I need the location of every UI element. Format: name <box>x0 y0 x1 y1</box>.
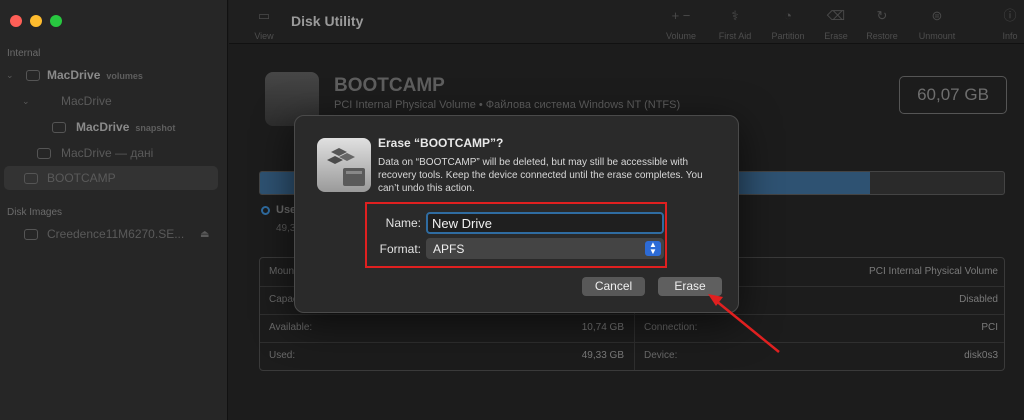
toolbar: ▭ View Disk Utility + − Volume ⚕ First A… <box>229 0 1024 44</box>
unmount-button[interactable]: ⊜ Unmount <box>912 8 962 41</box>
drive-glyph-icon <box>317 138 371 192</box>
sidebar-item-label: MacDrive <box>76 120 129 134</box>
volume-size: 60,07 GB <box>899 76 1007 114</box>
used-legend-dot <box>261 206 270 215</box>
sidebar-toggle-icon: ▭ <box>249 8 279 24</box>
chevron-down-icon[interactable]: ⌄ <box>6 70 14 81</box>
volume-subtitle: PCI Internal Physical Volume • Файлова с… <box>334 99 680 111</box>
zoom-window-button[interactable] <box>50 15 62 27</box>
name-label: Name: <box>371 216 421 230</box>
unmount-icon: ⊜ <box>912 8 962 24</box>
info-label-available: Available: <box>269 322 312 333</box>
restore-label: Restore <box>866 31 898 41</box>
restore-button[interactable]: ↻ Restore <box>860 8 904 41</box>
disk-icon <box>24 173 38 184</box>
erase-dialog: Erase “BOOTCAMP”? Data on “BOOTCAMP” wil… <box>294 115 739 313</box>
info-value-used: 49,33 GB <box>582 350 624 361</box>
sidebar-item-macdrive-snapshot[interactable]: MacDrive snapshot <box>0 115 227 139</box>
disk-image-icon <box>24 229 38 240</box>
info-label: Info <box>1002 31 1017 41</box>
partition-icon: ◔ <box>764 8 812 24</box>
sidebar: Internal ⌄ MacDrive volumes ⌄ MacDrive Ma… <box>0 0 228 420</box>
info-label-device: Device: <box>644 350 677 361</box>
eject-icon[interactable]: ⏏ <box>200 229 209 240</box>
sidebar-item-disk-image[interactable]: Creedence11M6270.SE... ⏏ <box>0 222 227 246</box>
close-window-button[interactable] <box>10 15 22 27</box>
add-remove-icon: + − <box>656 8 706 24</box>
disk-utility-window: Internal ⌄ MacDrive volumes ⌄ MacDrive Ma… <box>0 0 1024 420</box>
format-select[interactable]: APFS ▲▼ <box>426 238 664 259</box>
info-label-connection: Connection: <box>644 322 697 333</box>
erase-icon: ⌫ <box>818 8 854 24</box>
sidebar-item-bootcamp[interactable]: BOOTCAMP <box>4 166 218 190</box>
sidebar-item-label: Creedence11M6270.SE... <box>47 227 184 241</box>
sidebar-item-label: MacDrive <box>47 68 100 82</box>
dialog-title: Erase “BOOTCAMP”? <box>378 136 503 150</box>
info-value-available: 10,74 GB <box>582 322 624 333</box>
info-label-used: Used: <box>269 350 295 361</box>
partition-button[interactable]: ◔ Partition <box>764 8 812 41</box>
sidebar-item-sub: volumes <box>106 71 143 81</box>
unmount-label: Unmount <box>919 31 956 41</box>
info-button[interactable]: ⓘ Info <box>997 8 1023 41</box>
format-label: Format: <box>371 242 421 256</box>
volume-name: BOOTCAMP <box>334 75 445 97</box>
volume-button[interactable]: + − Volume <box>656 8 706 41</box>
disk-icon <box>52 122 66 133</box>
info-icon: ⓘ <box>997 8 1023 24</box>
restore-icon: ↻ <box>860 8 904 24</box>
info-row-divider <box>260 342 1004 343</box>
dialog-message: Data on “BOOTCAMP” will be deleted, but … <box>378 156 723 195</box>
cancel-button[interactable]: Cancel <box>582 277 645 296</box>
erase-toolbar-button[interactable]: ⌫ Erase <box>818 8 854 41</box>
disk-icon <box>26 70 40 81</box>
format-select-value: APFS <box>433 242 464 256</box>
sidebar-item-label: MacDrive <box>61 94 112 108</box>
sidebar-item-macdrive-volume[interactable]: ⌄ MacDrive <box>0 89 227 113</box>
view-button[interactable]: ▭ View <box>249 8 279 41</box>
sidebar-item-label: MacDrive — дані <box>61 146 153 160</box>
sidebar-item-label: BOOTCAMP <box>47 171 116 185</box>
info-value-device: disk0s3 <box>964 350 998 361</box>
chevron-down-icon[interactable]: ⌄ <box>22 96 30 107</box>
disk-icon <box>37 148 51 159</box>
view-label: View <box>254 31 273 41</box>
volume-label: Volume <box>666 31 696 41</box>
first-aid-button[interactable]: ⚕ First Aid <box>712 8 758 41</box>
sidebar-section-internal: Internal <box>7 48 40 59</box>
erase-button[interactable]: Erase <box>658 277 722 296</box>
info-row-divider <box>260 314 1004 315</box>
window-title: Disk Utility <box>291 13 363 29</box>
sidebar-item-macdrive-container[interactable]: ⌄ MacDrive volumes <box>0 63 227 87</box>
info-value-connection: PCI <box>981 322 998 333</box>
info-value-owners: Disabled <box>959 294 998 305</box>
sidebar-item-sub: snapshot <box>135 123 175 133</box>
minimize-window-button[interactable] <box>30 15 42 27</box>
sidebar-section-disk-images: Disk Images <box>7 207 62 218</box>
info-value-type: PCI Internal Physical Volume <box>869 266 998 277</box>
name-input[interactable] <box>426 212 664 234</box>
first-aid-label: First Aid <box>719 31 752 41</box>
stethoscope-icon: ⚕ <box>712 8 758 24</box>
sidebar-item-macdrive-data[interactable]: MacDrive — дані <box>0 141 227 165</box>
partition-label: Partition <box>771 31 804 41</box>
erase-toolbar-label: Erase <box>824 31 848 41</box>
chevron-updown-icon: ▲▼ <box>645 241 661 256</box>
bootcamp-drive-icon <box>317 138 371 192</box>
